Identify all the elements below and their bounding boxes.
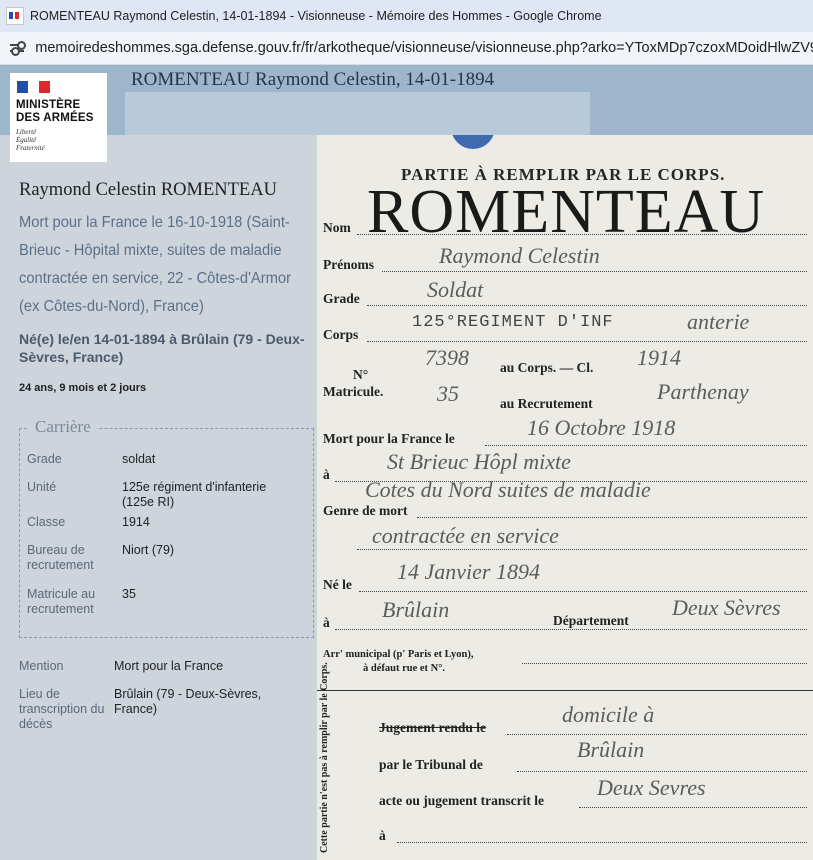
career-value: 35: [122, 587, 136, 601]
hw-tribunal: Brûlain: [577, 737, 645, 762]
page: ROMENTEAU Raymond Celestin, 14-01-1894 M…: [0, 65, 813, 860]
site-info-icon[interactable]: [8, 39, 26, 57]
doc-label-matricule: Matricule.: [323, 384, 384, 399]
hw-mort-date: 16 Octobre 1918: [527, 415, 676, 440]
ministere-des-armees-logo[interactable]: MINISTÈRE DES ARMÉES Liberté Égalité Fra…: [10, 73, 107, 162]
doc-label-au-recrutement: au Recrutement: [500, 396, 593, 411]
dotted-line: [357, 549, 807, 550]
hw-departement: Deux Sèvres: [672, 595, 781, 620]
doc-label-genre: Genre de mort: [323, 503, 408, 518]
scroll-up-icon[interactable]: [451, 135, 495, 149]
hw-mort-lieu: St Brieuc Hôpl mixte: [387, 449, 571, 474]
doc-label-a: à: [323, 467, 330, 482]
dotted-line: [367, 305, 807, 306]
career-section: Grade soldat Unité 125e régiment d'infan…: [19, 428, 314, 638]
doc-label-a3: à: [379, 828, 386, 843]
doc-label-nom: Nom: [323, 220, 351, 235]
doc-label-no: N°: [353, 367, 369, 382]
logo-motto: Liberté Égalité Fraternité: [16, 128, 45, 152]
document-viewer[interactable]: PARTIE À REMPLIR PAR LE CORPS. ROMENTEAU…: [317, 135, 813, 860]
dotted-line: [485, 445, 807, 446]
corps-stamp: 125°REGIMENT D'INF: [412, 313, 614, 332]
transcription-label: Lieu de transcription du décès: [19, 687, 105, 731]
career-label: Grade: [27, 452, 62, 466]
dotted-line: [417, 517, 807, 518]
document-surname: ROMENTEAU: [367, 178, 766, 246]
doc-label-ne: Né le: [323, 577, 352, 592]
career-label: Classe: [27, 515, 66, 529]
person-name: Raymond Celestin ROMENTEAU: [19, 180, 277, 200]
hw-recrutement: Parthenay: [657, 379, 749, 404]
dotted-line: [507, 734, 807, 735]
hw-acte: Deux Sevres: [597, 775, 706, 800]
header-box: [125, 92, 590, 135]
french-flag-icon: [17, 81, 50, 93]
hw-prenoms: Raymond Celestin: [439, 243, 600, 268]
doc-label-grade: Grade: [323, 291, 360, 306]
dotted-line: [357, 234, 807, 235]
doc-label-departement: Département: [553, 613, 629, 628]
side-note: Cette partie n'est pas à remplir par le …: [319, 662, 330, 853]
transcription-value: Brûlain (79 - Deux-Sèvres, France): [114, 687, 262, 716]
birth-info: Né(e) le/en 14-01-1894 à Brûlain (79 - D…: [19, 331, 305, 365]
doc-label-tribunal: par le Tribunal de: [379, 757, 483, 772]
dotted-line: [359, 591, 807, 592]
doc-label-jugement: Jugement rendu le: [379, 720, 486, 735]
doc-label-acte: acte ou jugement transcrit le: [379, 793, 544, 808]
hw-classe: 1914: [637, 345, 681, 370]
age-at-death: 24 ans, 9 mois et 2 jours: [19, 382, 147, 394]
dotted-line: [382, 271, 807, 272]
url-text[interactable]: memoiredeshommes.sga.defense.gouv.fr/fr/…: [35, 40, 813, 56]
info-panel: Raymond Celestin ROMENTEAU Mort pour la …: [0, 135, 317, 860]
career-value: 1914: [122, 515, 150, 529]
hw-ne-date: 14 Janvier 1894: [397, 559, 540, 584]
section-divider: [317, 690, 813, 691]
career-label: Bureau de recrutement: [27, 543, 94, 572]
dotted-line: [367, 341, 807, 342]
dotted-line: [522, 663, 807, 664]
page-header: ROMENTEAU Raymond Celestin, 14-01-1894: [0, 65, 813, 135]
doc-label-au-corps: au Corps. — Cl.: [500, 360, 594, 375]
doc-label-a2: à: [323, 615, 330, 630]
dotted-line: [579, 807, 807, 808]
dotted-line: [335, 629, 807, 630]
mention-label: Mention: [19, 659, 64, 673]
doc-label-arr1: Arr' municipal (p' Paris et Lyon),: [323, 649, 474, 660]
hw-corps: anterie: [687, 309, 750, 334]
career-label: Unité: [27, 480, 57, 494]
doc-label-prenoms: Prénoms: [323, 257, 374, 272]
site-favicon-icon: [6, 7, 24, 25]
hw-grade: Soldat: [427, 277, 484, 302]
window-title: ROMENTEAU Raymond Celestin, 14-01-1894 -…: [30, 9, 602, 23]
career-value: soldat: [122, 452, 156, 466]
hw-domicile: domicile à: [562, 702, 655, 727]
career-value: 125e régiment d'infanterie (125e RI): [122, 480, 267, 509]
page-title: ROMENTEAU Raymond Celestin, 14-01-1894: [131, 69, 495, 90]
career-label: Matricule au recrutement: [27, 587, 96, 616]
career-value: Niort (79): [122, 543, 175, 557]
hw-genre-2: contractée en service: [372, 523, 559, 548]
hw-genre-1: Cotes du Nord suites de maladie: [365, 477, 651, 502]
doc-label-arr2: à défaut rue et N°.: [363, 663, 446, 674]
hw-no-corps: 7398: [425, 345, 469, 370]
mention-value: Mort pour la France: [114, 659, 224, 673]
dotted-line: [397, 842, 807, 843]
window-title-bar: ROMENTEAU Raymond Celestin, 14-01-1894 -…: [0, 0, 813, 32]
doc-label-corps: Corps: [323, 327, 359, 342]
hw-ne-lieu: Brûlain: [382, 597, 450, 622]
death-info: Mort pour la France le 16-10-1918 (Saint…: [19, 214, 291, 315]
career-legend: Carrière: [29, 417, 97, 437]
hw-no-recr: 35: [437, 381, 459, 406]
doc-label-mort: Mort pour la France le: [323, 431, 455, 446]
logo-text: MINISTÈRE DES ARMÉES: [16, 99, 94, 124]
address-bar[interactable]: memoiredeshommes.sga.defense.gouv.fr/fr/…: [0, 32, 813, 65]
dotted-line: [517, 771, 807, 772]
